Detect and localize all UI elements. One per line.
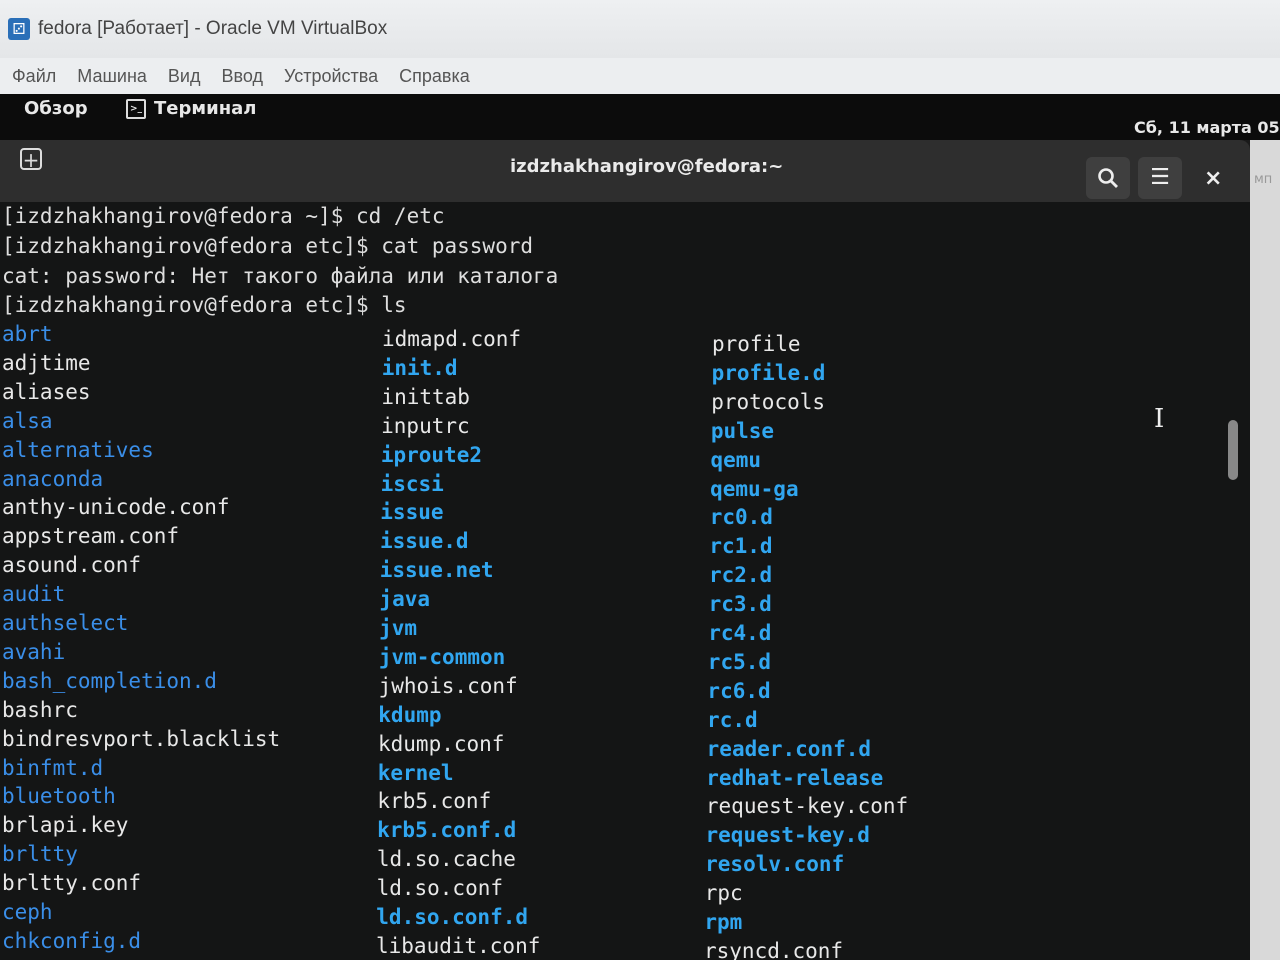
ls-entry-directory: ld.so.conf.d (376, 905, 528, 929)
ls-entry-file: protocols (711, 389, 826, 414)
ls-entry-file: adjtime (2, 350, 91, 375)
menu-input[interactable]: Ввод (222, 66, 263, 87)
ls-entry-directory: resolv.conf (705, 852, 845, 877)
ls-entry-directory: alsa (2, 408, 53, 433)
ls-entry-file: appstream.conf (2, 524, 180, 549)
ls-entry-file: brltty.conf (2, 871, 142, 896)
activities-button[interactable]: Обзор (24, 98, 88, 119)
virtualbox-logo-icon: ⚂ (8, 18, 30, 40)
terminal-line: [izdzhakhangirov@fedora etc]$ cat passwo… (2, 234, 534, 258)
text-cursor-icon: I (1154, 404, 1165, 434)
ls-entry-directory: iproute2 (380, 442, 482, 467)
ls-entry-directory: krb5.conf.d (377, 818, 517, 843)
ls-entry-directory: issue.net (379, 558, 494, 583)
ls-entry-directory: iscsi (380, 471, 444, 496)
ls-entry-file: jwhois.conf (378, 673, 518, 698)
ls-entry-directory: audit (2, 582, 66, 607)
ls-entry-directory: bash_completion.d (2, 668, 217, 693)
ls-entry-file: kdump.conf (378, 731, 505, 756)
virtualbox-menubar: Файл Машина Вид Ввод Устройства Справка (0, 58, 1280, 94)
background-window-label: мп (1254, 172, 1273, 187)
terminal-output[interactable]: ▔▔▔▔ ▔▔ ▔▔ ▔ ▔▔▔▔▔▔▔▔▔▔▔▔▔▔ ▔▔▔▔▔▔▔▔▔▔▔▔… (0, 202, 1250, 960)
ls-entry-directory: issue (380, 500, 444, 525)
terminal-line: [izdzhakhangirov@fedora etc]$ ls (2, 293, 407, 317)
ls-entry-directory: rc2.d (708, 563, 773, 588)
ls-entry-directory: profile.d (711, 360, 826, 385)
search-icon[interactable] (1086, 157, 1130, 199)
ls-entry-directory: binfmt.d (2, 755, 104, 780)
ls-entry-file: request-key.conf (705, 794, 909, 819)
ls-entry-directory: authselect (2, 611, 129, 635)
ls-entry-directory: rc3.d (708, 592, 772, 617)
ls-entry-directory: pulse (710, 418, 775, 443)
ls-entry-file: ld.so.cache (376, 847, 516, 872)
ls-entry-file: rsyncd.conf (704, 938, 844, 960)
terminal-line: [izdzhakhangirov@fedora ~]$ cd /etc (2, 204, 445, 228)
menu-help[interactable]: Справка (399, 66, 470, 87)
ls-entry-directory: brltty (2, 842, 78, 867)
ls-entry-directory: rc.d (707, 707, 758, 732)
clock[interactable]: Сб, 11 марта 05: (1134, 118, 1280, 137)
virtualbox-titlebar: ⚂ fedora [Работает] - Oracle VM VirtualB… (0, 0, 1280, 58)
terminal-icon: >_ (126, 98, 146, 119)
ls-entry-directory: request-key.d (705, 823, 870, 848)
ls-entry-file: brlapi.key (2, 813, 129, 838)
ls-entry-file: krb5.conf (377, 789, 492, 814)
ls-entry-file: idmapd.conf (382, 327, 522, 351)
ls-entry-directory: ceph (2, 900, 53, 924)
ls-entry-directory: alternatives (2, 437, 154, 462)
ls-entry-file: rpc (704, 881, 743, 906)
ls-entry-directory: abrt (2, 322, 53, 346)
ls-entry-directory: reader.conf.d (706, 736, 872, 761)
ls-entry-directory: avahi (2, 639, 66, 664)
ls-entry-file: libaudit.conf (376, 933, 541, 958)
ls-entry-directory: issue.d (380, 529, 469, 554)
ls-entry-directory: rc6.d (707, 678, 771, 703)
background-window-strip (1250, 140, 1280, 960)
ls-entry-directory: qemu (710, 447, 762, 472)
new-tab-icon[interactable]: + (20, 148, 42, 170)
menu-file[interactable]: Файл (12, 66, 56, 87)
ls-entry-directory: rc1.d (709, 534, 773, 559)
ls-entry-directory: chkconfig.d (2, 928, 142, 953)
ls-entry-directory: rc5.d (707, 649, 772, 674)
ls-entry-file: bashrc (2, 697, 78, 722)
terminal-title: izdzhakhangirov@fedora:~ (510, 156, 784, 177)
ls-entry-directory: qemu-ga (710, 476, 799, 501)
ls-entry-directory: rc0.d (709, 505, 773, 530)
ls-entry-file: ld.so.conf (376, 876, 503, 901)
close-icon[interactable]: × (1204, 166, 1222, 191)
terminal-scrollbar[interactable] (1228, 420, 1238, 480)
ls-entry-directory: kdump (378, 702, 442, 727)
gnome-top-bar: Обзор >_ Терминал Сб, 11 марта 05: (0, 94, 1280, 140)
ls-entry-file: bindresvport.blacklist (2, 726, 281, 751)
ls-entry-directory: kernel (377, 760, 454, 785)
ls-entry-file: anthy-unicode.conf (2, 495, 230, 520)
ls-entry-directory: jvm-common (378, 644, 506, 669)
ls-entry-directory: jvm (379, 616, 418, 640)
ls-entry-directory: redhat-release (706, 765, 884, 790)
ls-entry-directory: init.d (381, 355, 458, 380)
ls-entry-directory: rpm (704, 910, 743, 934)
menu-machine[interactable]: Машина (77, 66, 147, 87)
app-menu-label: Терминал (154, 98, 257, 119)
ls-entry-file: profile (712, 332, 801, 356)
ls-entry-file: asound.conf (2, 553, 142, 578)
ls-entry-directory: rc4.d (708, 621, 772, 645)
ls-entry-file: inputrc (381, 413, 470, 438)
ls-entry-directory: bluetooth (2, 784, 116, 809)
menu-icon[interactable]: ☰ (1138, 157, 1182, 199)
menu-devices[interactable]: Устройства (284, 66, 378, 87)
ls-entry-directory: java (379, 587, 430, 612)
ls-entry-file: aliases (2, 379, 91, 404)
ls-entry-directory: anaconda (2, 466, 104, 491)
terminal-line: cat: password: Нет такого файла или ката… (2, 264, 559, 288)
ls-entry-file: inittab (381, 384, 470, 409)
window-title: fedora [Работает] - Oracle VM VirtualBox (38, 18, 388, 39)
app-menu-button[interactable]: >_ Терминал (126, 98, 256, 119)
menu-view[interactable]: Вид (168, 66, 201, 87)
